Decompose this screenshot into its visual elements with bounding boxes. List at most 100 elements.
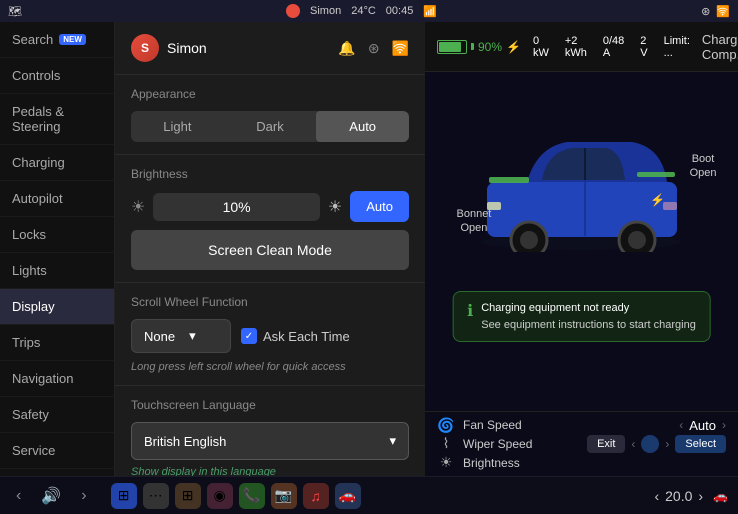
touchscreen-lang-label: Touchscreen Language [131,398,409,412]
scroll-function-dropdown[interactable]: None ▾ [131,319,231,353]
wiper-speed-row: ⌇ Wiper Speed Exit ‹ › Select [437,435,726,453]
battery-indicator: 90% ⚡ [437,40,521,54]
time-display: 00:45 [386,5,414,17]
screen-clean-mode-btn[interactable]: Screen Clean Mode [131,230,409,270]
volume-button[interactable]: 🔊 [35,482,67,510]
app-grid[interactable]: ⊞ [175,483,201,509]
top-bar-right: ⊛ 🛜 [701,5,730,18]
sun-dim-icon: ☀ [131,197,145,217]
stat-kw: 0 kW [533,35,549,59]
temp-display: ‹ 20.0 › [654,488,703,504]
wifi-icon: 🛜 [716,5,730,18]
right-panel: 90% ⚡ 0 kW +2 kWh 0/48 A 2 V Limit: ... [425,22,738,476]
bell-icon[interactable]: 🔔 [338,40,355,57]
brightness-auto-btn[interactable]: Auto [350,191,409,222]
sidebar-item-autopilot[interactable]: Autopilot [0,181,114,217]
quick-settings-panel: 🌀 Fan Speed ‹ Auto › ⌇ Wiper Speed Exit … [425,411,738,476]
exit-btn[interactable]: Exit [587,435,625,453]
sun-bright-icon: ☀ [328,197,342,217]
sidebar-item-pedals[interactable]: Pedals & Steering [0,94,114,145]
scroll-wheel-label: Scroll Wheel Function [131,295,409,309]
app-circle[interactable]: ◉ [207,483,233,509]
language-dropdown[interactable]: British English ▾ [131,422,409,460]
new-badge: NEW [59,34,86,45]
charging-status-text: Charging equipment not ready See equipme… [481,300,696,333]
svg-text:⚡: ⚡ [650,193,665,207]
fan-controls: ‹ Auto › [679,418,726,433]
taskbar: ‹ 🔊 › ⊞ ⋯ ⊞ ◉ 📞 📷 ♫ 🚗 ‹ 20.0 › 🚗 [0,476,738,514]
ask-each-time-wrap[interactable]: ✓ Ask Each Time [241,328,350,344]
appearance-toggle: Light Dark Auto [131,111,409,142]
brightness-slider-wrap[interactable]: 10% [153,193,320,221]
sidebar-item-service[interactable]: Service [0,433,114,469]
search-label: Search [12,32,53,47]
app-phone[interactable]: 📞 [239,483,265,509]
stat-amp: 0/48 A [603,35,624,59]
fan-speed-label: Fan Speed [463,418,671,432]
app-home[interactable]: ⊞ [111,483,137,509]
sidebar-item-software[interactable]: Software [0,469,114,476]
header-icons: 🔔 ⊛ 🛜 [338,40,409,57]
scroll-row: None ▾ ✓ Ask Each Time [131,319,409,353]
app-dots[interactable]: ⋯ [143,483,169,509]
charging-status-line2: See equipment instructions to start char… [481,317,696,334]
signal-icon: 📶 [423,5,437,18]
wiper-controls: Exit ‹ › Select [587,435,726,453]
sidebar-item-navigation[interactable]: Navigation [0,361,114,397]
sidebar-item-search[interactable]: Search NEW [0,22,114,58]
brightness-section: Brightness ☀ 10% ☀ Auto Screen Clean Mod… [115,155,425,283]
sidebar-item-lights[interactable]: Lights [0,253,114,289]
top-bar-center: Simon 24°C 00:45 📶 [286,4,437,18]
wiper-speed-label: Wiper Speed [463,437,579,451]
appearance-light-btn[interactable]: Light [131,111,224,142]
main-content: Search NEW Controls Pedals & Steering Ch… [0,22,738,476]
top-status-bar: 🗺 Simon 24°C 00:45 📶 ⊛ 🛜 [0,0,738,22]
sidebar-item-trips[interactable]: Trips [0,325,114,361]
charging-bar: 90% ⚡ 0 kW +2 kWh 0/48 A 2 V Limit: ... [425,22,738,72]
wifi-settings-icon[interactable]: 🛜 [392,40,409,57]
brightness-quick-label: Brightness [463,456,726,470]
map-icon: 🗺 [8,5,22,18]
stat-kwh: +2 kWh [565,35,587,59]
bonnet-label: BonnetOpen [457,207,492,236]
temp-value: 20.0 [665,488,692,504]
sidebar-item-safety[interactable]: Safety [0,397,114,433]
chevron-right-temp[interactable]: › [698,488,703,504]
bluetooth-icon[interactable]: ⊛ [368,40,380,57]
sidebar-item-charging[interactable]: Charging [0,145,114,181]
app-camera[interactable]: 📷 [271,483,297,509]
wiper-icon: ⌇ [437,435,455,452]
user-name: Simon [167,40,207,56]
sidebar-item-locks[interactable]: Locks [0,217,114,253]
battery-percent: 90% [478,40,502,54]
battery-bar [437,40,467,54]
taskbar-apps: ⊞ ⋯ ⊞ ◉ 📞 📷 ♫ 🚗 [111,483,361,509]
select-btn[interactable]: Select [675,435,726,453]
avatar: S [131,34,159,62]
appearance-auto-btn[interactable]: Auto [316,111,409,142]
appearance-section: Appearance Light Dark Auto [115,75,425,155]
appearance-dark-btn[interactable]: Dark [224,111,317,142]
car-area: ⚡ BonnetOpen BootOpen ℹ Charging equipme… [425,72,738,352]
brightness-value: 10% [163,199,310,215]
charging-title: Charging Comp... [702,32,738,62]
app-music[interactable]: ♫ [303,483,329,509]
battery-fill [439,42,461,52]
wiper-chevron-right: › [665,437,669,451]
charging-stats: 0 kW +2 kWh 0/48 A 2 V Limit: ... [533,35,690,59]
sidebar-item-controls[interactable]: Controls [0,58,114,94]
bt-icon: ⊛ [701,5,710,18]
stat-v: 2 V [640,35,647,59]
chevron-left-temp[interactable]: ‹ [654,488,659,504]
ask-each-time-checkbox[interactable]: ✓ [241,328,257,344]
forward-button[interactable]: › [75,483,92,509]
scroll-hint: Long press left scroll wheel for quick a… [131,361,409,373]
wiper-indicator [641,435,659,453]
brightness-quick-row: ☀ Brightness [437,454,726,471]
app-car[interactable]: 🚗 [335,483,361,509]
back-button[interactable]: ‹ [10,483,27,509]
sidebar: Search NEW Controls Pedals & Steering Ch… [0,22,115,476]
charging-status-line1: Charging equipment not ready [481,300,696,317]
chevron-down-icon: ▾ [189,328,196,344]
sidebar-item-display[interactable]: Display [0,289,114,325]
